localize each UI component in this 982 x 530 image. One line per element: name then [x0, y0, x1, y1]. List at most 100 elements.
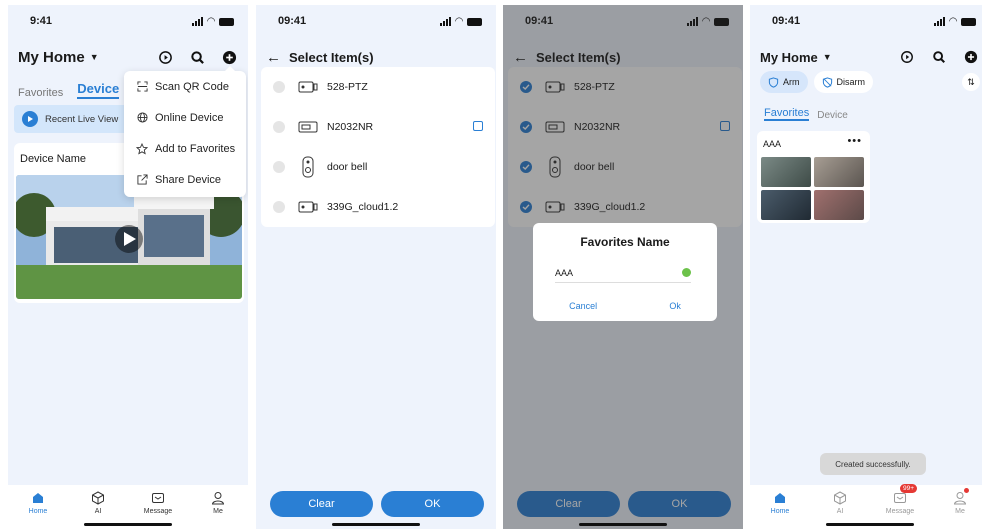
home-icon — [30, 490, 46, 506]
thumbnail[interactable] — [814, 157, 864, 187]
action-buttons: Clear OK — [270, 491, 484, 517]
disarm-button[interactable]: Disarm — [813, 71, 873, 93]
success-toast: Created successfully. — [820, 453, 926, 475]
menu-online-device[interactable]: Online Device — [124, 102, 246, 133]
home-indicator — [579, 523, 667, 526]
menu-scan-qr[interactable]: Scan QR Code — [124, 71, 246, 102]
device-name: Device Name — [20, 153, 87, 165]
cube-icon — [832, 490, 848, 506]
page-title: Select Item(s) — [289, 49, 374, 65]
nav-home[interactable]: Home — [760, 490, 800, 529]
status-bar: 09:41 ◠ — [750, 15, 982, 31]
home-indicator — [332, 523, 420, 526]
home-screen: 9:41 ◠ My Home ▼ Favorites Device Recent… — [8, 5, 248, 529]
play-icon — [22, 111, 38, 127]
shield-icon — [768, 76, 779, 88]
expand-icon[interactable] — [473, 121, 483, 131]
add-menu: Scan QR Code Online Device Add to Favori… — [124, 66, 246, 197]
wifi-icon: ◠ — [207, 16, 215, 27]
device-list: 528-PTZ N2032NR door bell 339G_cloud1.2 — [261, 67, 495, 227]
list-item[interactable]: door bell — [261, 147, 495, 187]
dialog-title: Favorites Name — [580, 235, 670, 249]
nav-me[interactable]: Me — [198, 490, 238, 529]
clear-button[interactable]: Clear — [270, 491, 373, 517]
cube-icon — [90, 490, 106, 506]
thumbnail[interactable] — [814, 190, 864, 220]
battery-icon — [467, 17, 482, 26]
favorites-group-card[interactable]: AAA ••• — [757, 131, 870, 223]
home-indicator — [826, 523, 914, 526]
scan-icon — [136, 81, 148, 93]
user-icon — [210, 490, 226, 506]
battery-icon — [961, 17, 976, 26]
sort-icon[interactable]: ⇅ — [962, 73, 980, 91]
status-time: 9:41 — [30, 15, 53, 27]
select-screen: 09:41 ◠ ← Select Item(s) 528-PTZ N2032NR… — [256, 5, 496, 529]
status-bar: 09:41 ◠ — [256, 15, 496, 31]
valid-check-icon — [682, 268, 691, 277]
cancel-button[interactable]: Cancel — [569, 301, 597, 311]
playback-icon[interactable] — [156, 48, 174, 66]
nav-home[interactable]: Home — [18, 490, 58, 529]
wifi-icon: ◠ — [455, 16, 463, 27]
home-selector[interactable]: My Home — [760, 50, 818, 65]
favorites-result-screen: 09:41 ◠ My Home ▼ Arm Disarm ⇅ Favorites… — [750, 5, 982, 529]
thumbnail[interactable] — [761, 190, 811, 220]
more-icon[interactable]: ••• — [847, 135, 862, 147]
star-icon — [136, 142, 148, 155]
tab-favorites[interactable]: Favorites — [18, 87, 63, 99]
recent-live-view-button[interactable]: Recent Live View — [14, 105, 134, 133]
notification-dot — [964, 488, 969, 493]
status-bar: 9:41 ◠ — [8, 15, 248, 31]
header: ← Select Item(s) — [266, 45, 486, 69]
signal-icon — [440, 17, 452, 26]
battery-icon — [219, 17, 234, 26]
camera-icon — [297, 197, 319, 217]
add-icon[interactable] — [962, 48, 980, 66]
add-icon[interactable] — [220, 48, 238, 66]
menu-add-favorites[interactable]: Add to Favorites — [124, 133, 246, 164]
share-icon — [136, 174, 148, 186]
favorites-group-name: AAA — [763, 139, 782, 149]
search-icon[interactable] — [930, 48, 948, 66]
signal-icon — [192, 17, 204, 26]
arm-button[interactable]: Arm — [760, 71, 808, 93]
caret-down-icon[interactable]: ▼ — [90, 52, 99, 62]
favorites-name-input[interactable]: AAA — [555, 263, 691, 283]
select-radio[interactable] — [273, 161, 285, 173]
search-icon[interactable] — [188, 48, 206, 66]
list-item[interactable]: 339G_cloud1.2 — [261, 187, 495, 227]
tab-favorites[interactable]: Favorites — [764, 107, 810, 121]
status-time: 09:41 — [772, 15, 801, 27]
camera-icon — [297, 77, 319, 97]
menu-share-device[interactable]: Share Device — [124, 164, 246, 195]
select-radio[interactable] — [273, 201, 285, 213]
caret-down-icon[interactable]: ▼ — [823, 52, 832, 62]
playback-icon[interactable] — [898, 48, 916, 66]
favorites-dialog-screen: 09:41 ◠ ← Select Item(s) 528-PTZ N2032NR… — [503, 5, 743, 529]
header: My Home ▼ — [18, 45, 238, 69]
wifi-icon: ◠ — [949, 16, 957, 27]
user-icon — [952, 488, 969, 506]
home-tabs: Favorites Device — [764, 107, 848, 121]
list-item[interactable]: N2032NR — [261, 107, 495, 147]
message-count-badge: 99+ — [900, 484, 918, 493]
home-selector[interactable]: My Home — [18, 49, 85, 66]
select-radio[interactable] — [273, 121, 285, 133]
nvr-icon — [297, 117, 319, 137]
nav-me[interactable]: Me — [940, 488, 980, 529]
list-item[interactable]: 528-PTZ — [261, 67, 495, 107]
signal-icon — [934, 17, 946, 26]
recent-live-label: Recent Live View — [45, 113, 119, 125]
confirm-button[interactable]: Ok — [669, 301, 681, 311]
tab-device[interactable]: Device — [77, 81, 120, 99]
header: My Home ▼ — [760, 45, 980, 69]
select-radio[interactable] — [273, 81, 285, 93]
thumbnail[interactable] — [761, 157, 811, 187]
ok-button[interactable]: OK — [381, 491, 484, 517]
tab-device[interactable]: Device — [817, 110, 848, 121]
doorbell-icon — [297, 156, 319, 178]
home-icon — [772, 490, 788, 506]
back-arrow-icon[interactable]: ← — [266, 49, 281, 66]
message-icon: 99+ — [892, 484, 918, 506]
